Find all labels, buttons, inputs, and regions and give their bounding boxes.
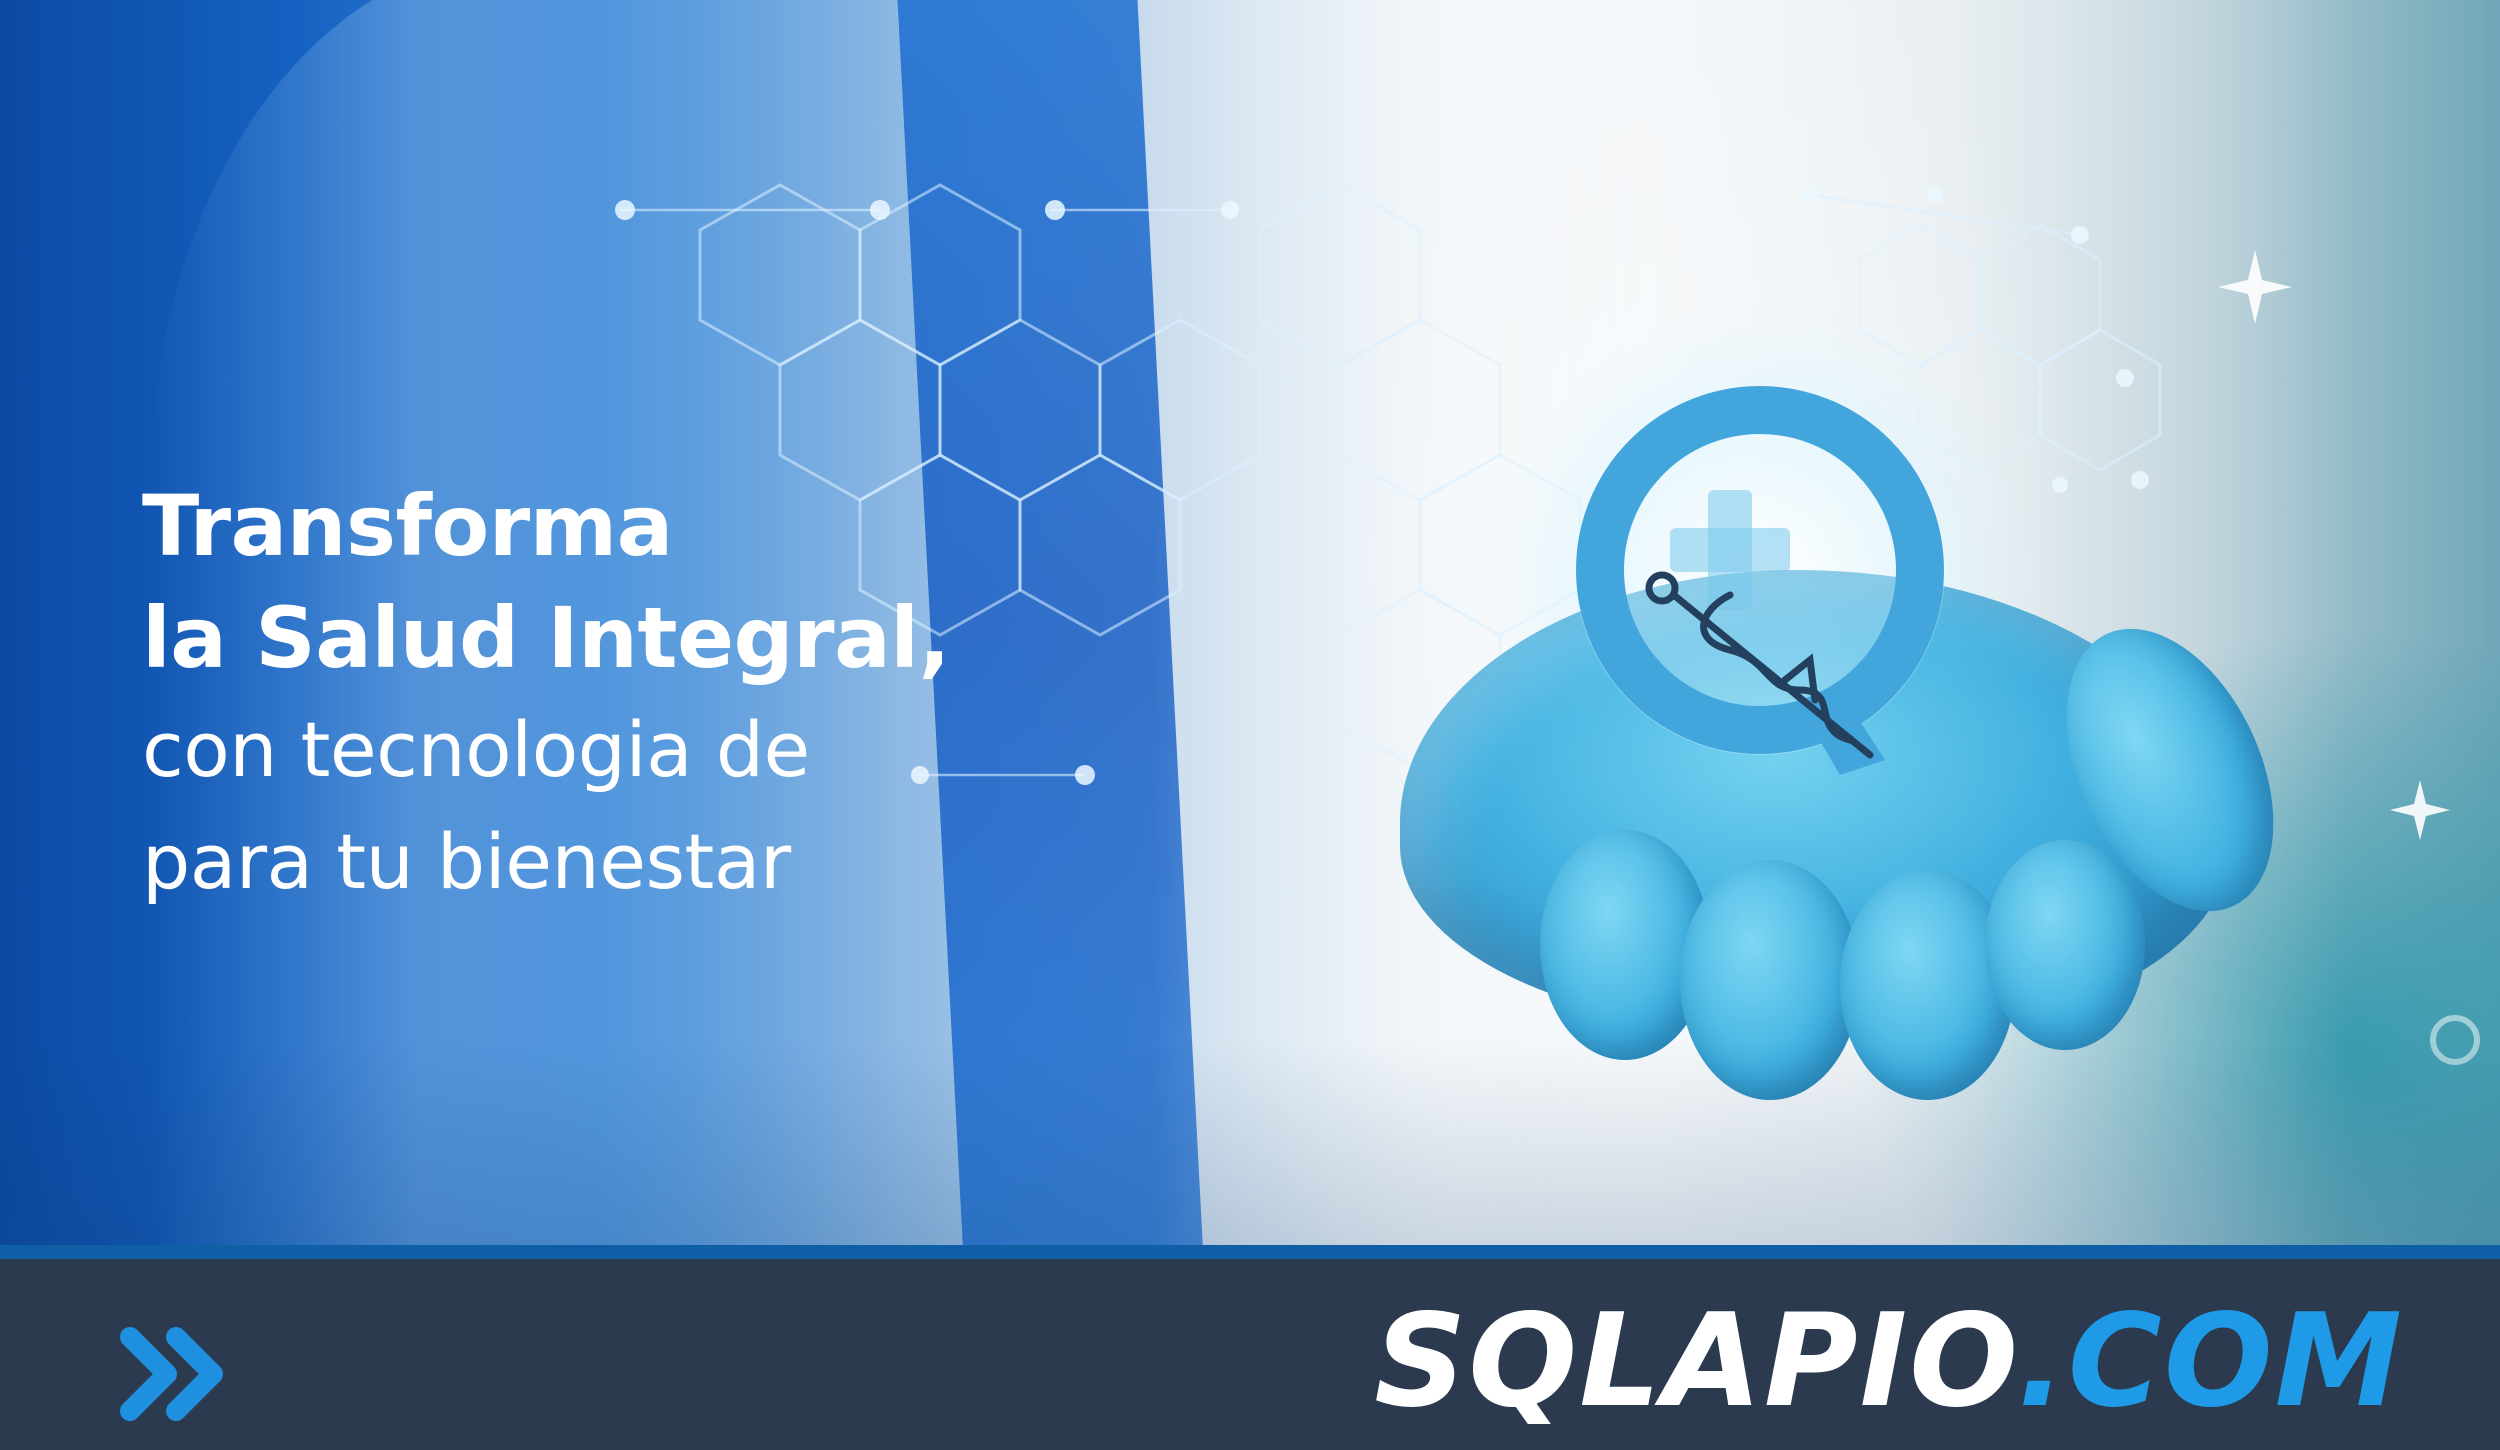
double-chevron-right-icon[interactable] (112, 1319, 232, 1429)
brand-name: SQLAPIO (1374, 1287, 2018, 1436)
bottom-shade (0, 1040, 2500, 1245)
brand-domain-suffix: .COM (2017, 1287, 2404, 1436)
medical-magnifier-icon (1575, 385, 1945, 775)
glove-finger (1985, 840, 2145, 1050)
hero-banner: Transforma la Salud Integral, con tecnol… (0, 0, 2500, 1245)
headline: Transforma la Salud Integral, con tecnol… (142, 470, 951, 918)
headline-line-4: para tu bienestar (142, 817, 791, 906)
brand-logo[interactable]: SQLAPIO.COM (1374, 1277, 2404, 1447)
headline-line-1: Transforma (142, 477, 673, 575)
headline-line-3: con tecnologia de (142, 705, 810, 794)
footer-bar: SQLAPIO.COM (0, 1245, 2500, 1450)
headline-line-2: la Salud Integral, (142, 589, 951, 687)
